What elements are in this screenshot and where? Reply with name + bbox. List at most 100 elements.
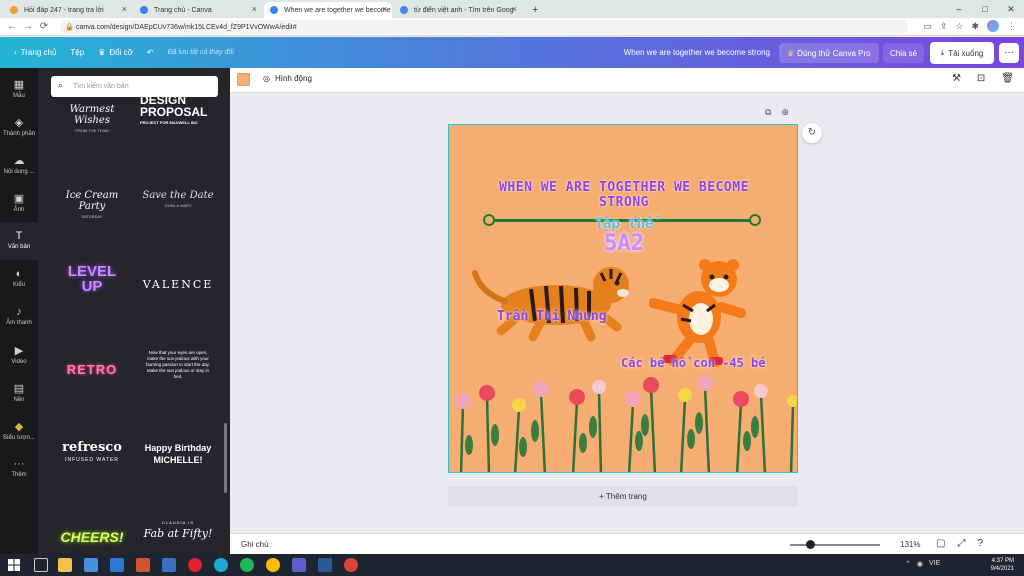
- design-title-text[interactable]: When we are together we become strong: [489, 180, 759, 210]
- bookmark-star-icon[interactable]: ☆: [955, 21, 963, 32]
- cast-icon[interactable]: ▭: [923, 21, 932, 32]
- undo-button[interactable]: ↶: [147, 48, 154, 57]
- share-button[interactable]: Chia sẻ: [883, 43, 925, 63]
- close-tab-icon[interactable]: ×: [122, 4, 127, 14]
- class-name-text[interactable]: 5A2: [569, 231, 679, 256]
- text-template-level-up[interactable]: LEVEL UP: [54, 264, 130, 294]
- rail-audio[interactable]: ♪ Âm thanh: [0, 298, 38, 336]
- photos-icon[interactable]: [162, 558, 176, 572]
- rail-styles[interactable]: ◐ Kiểu: [0, 260, 38, 298]
- help-icon[interactable]: ?: [977, 538, 983, 549]
- share-page-icon[interactable]: ⇪: [940, 21, 948, 32]
- palette-icon: ◐: [15, 268, 23, 280]
- teacher-name-text[interactable]: Trần Thị Nhung: [497, 309, 607, 324]
- text-template-retro[interactable]: RETRO: [54, 362, 130, 377]
- browser-tab-hoidap[interactable]: Hỏi đáp 247 - trang tra lời ×: [4, 2, 132, 18]
- forward-arrow-icon[interactable]: →: [20, 21, 36, 32]
- new-tab-button[interactable]: +: [524, 2, 546, 18]
- rail-photos[interactable]: ▣ Ảnh: [0, 184, 38, 222]
- url-input[interactable]: 🔒 canva.com/design/DAEpCUv736w/mk15LCEv4…: [60, 20, 908, 34]
- rail-text[interactable]: T Văn bản: [0, 222, 38, 260]
- browser-tab-google[interactable]: từ điển việt anh - Tìm trên Goog ×: [394, 2, 522, 18]
- more-options-button[interactable]: ···: [999, 43, 1019, 63]
- paint-roller-icon[interactable]: ⚒: [952, 73, 961, 84]
- browser-menu-icon[interactable]: ⋮: [1007, 21, 1016, 32]
- powerpoint-icon[interactable]: [136, 558, 150, 572]
- spotify-icon[interactable]: [240, 558, 254, 572]
- edge-icon[interactable]: [214, 558, 228, 572]
- file-explorer-icon[interactable]: [58, 558, 72, 572]
- text-template-valence[interactable]: VALENCE: [140, 278, 216, 291]
- chrome-icon[interactable]: [266, 558, 280, 572]
- document-title[interactable]: When we are together we become strong: [560, 48, 770, 57]
- text-template-design-proposal[interactable]: DESIGN PROPOSAL PROJECT FOR MAXWELL INC: [140, 94, 216, 125]
- rail-templates[interactable]: ▦ Mẫu: [0, 70, 38, 108]
- text-template-fab-at-fifty[interactable]: CLAUDIA IS Fab at Fifty!: [140, 520, 216, 540]
- line-endpoint-right[interactable]: [749, 214, 761, 226]
- rail-elements[interactable]: ◈ Thành phần: [0, 108, 38, 146]
- rail-logos[interactable]: ◆ Biểu tượn...: [0, 412, 38, 450]
- rail-background[interactable]: ▤ Nền: [0, 374, 38, 412]
- design-canvas[interactable]: When we are together we become strong Tậ…: [448, 124, 798, 473]
- text-template-cheers[interactable]: CHEERS!: [54, 529, 130, 545]
- language-indicator[interactable]: VIE: [929, 560, 940, 568]
- trash-icon[interactable]: 🗑: [1001, 73, 1014, 84]
- text-template-paragraph[interactable]: Now that your eyes are open, make the su…: [140, 350, 216, 380]
- text-template-ice-cream-party[interactable]: Ice Cream Party SATURDAY: [54, 190, 130, 219]
- word-icon[interactable]: [318, 558, 332, 572]
- download-button[interactable]: ⤓ Tải xuống: [930, 42, 994, 64]
- network-icon[interactable]: ◉: [917, 560, 923, 568]
- extensions-icon[interactable]: ✱: [971, 21, 979, 32]
- lock-icon[interactable]: ⊡: [977, 73, 985, 84]
- profile-avatar[interactable]: [987, 20, 999, 32]
- close-window-button[interactable]: ✕: [998, 0, 1024, 18]
- text-template-refresco[interactable]: refresco INFUSED WATER: [54, 440, 130, 463]
- mail-icon[interactable]: [110, 558, 124, 572]
- browser-tab-canva-home[interactable]: Trang chủ - Canva ×: [134, 2, 262, 18]
- refresh-icon[interactable]: ↻: [802, 123, 822, 143]
- windows-start-icon[interactable]: [8, 559, 20, 571]
- panel-scrollbar[interactable]: [224, 423, 227, 493]
- zoom-slider-handle[interactable]: [805, 540, 815, 549]
- browser-tab-design[interactable]: When we are together we become ×: [264, 2, 392, 18]
- rail-more[interactable]: ··· Thêm: [0, 450, 38, 488]
- minimize-button[interactable]: –: [946, 0, 972, 18]
- zoom-level[interactable]: 131%: [900, 540, 920, 549]
- task-view-icon[interactable]: [34, 558, 48, 572]
- reload-icon[interactable]: ⟳: [36, 21, 52, 32]
- rail-video[interactable]: ▶ Video: [0, 336, 38, 374]
- close-tab-icon[interactable]: ×: [512, 4, 517, 14]
- fullscreen-icon[interactable]: ⤢: [957, 538, 965, 549]
- chrome-active-icon[interactable]: [344, 558, 358, 572]
- close-tab-icon[interactable]: ×: [252, 4, 257, 14]
- duplicate-page-icon[interactable]: ⧉: [765, 107, 771, 118]
- notes-button[interactable]: Ghi chú: [241, 540, 269, 549]
- class-label-text[interactable]: Tập thể: [569, 216, 679, 232]
- running-tiger-illustration[interactable]: [471, 253, 641, 343]
- store-icon[interactable]: [84, 558, 98, 572]
- file-menu-button[interactable]: Tệp: [70, 48, 84, 57]
- try-pro-button[interactable]: ♛ Dùng thử Canva Pro: [779, 43, 879, 63]
- zoom-slider[interactable]: [790, 544, 880, 546]
- opera-icon[interactable]: [188, 558, 202, 572]
- add-page-button[interactable]: + Thêm trang: [448, 486, 798, 507]
- text-template-warmest-wishes[interactable]: Warmest Wishes FROM THE TEAM: [54, 104, 130, 133]
- cartoon-tiger-illustration[interactable]: [649, 257, 749, 367]
- background-color-swatch[interactable]: [237, 73, 250, 86]
- add-page-icon[interactable]: ⊕: [781, 107, 789, 118]
- animate-button[interactable]: ◎ Hình động: [263, 74, 312, 83]
- text-template-happy-birthday[interactable]: Happy Birthday MICHELLE!: [140, 442, 216, 466]
- line-endpoint-left[interactable]: [483, 214, 495, 226]
- clock[interactable]: 4:37 PM 9/4/2021: [991, 557, 1014, 573]
- teams-icon[interactable]: [292, 558, 306, 572]
- text-template-save-the-date[interactable]: Save the Date JOHN & MARY: [140, 190, 216, 208]
- maximize-button[interactable]: □: [972, 0, 998, 18]
- tray-up-icon[interactable]: ⌃: [905, 560, 911, 568]
- resize-button[interactable]: ♛ Đổi cỡ: [98, 48, 133, 57]
- rail-uploads[interactable]: ☁ Nội dung ...: [0, 146, 38, 184]
- back-arrow-icon[interactable]: ←: [4, 21, 20, 32]
- close-tab-icon[interactable]: ×: [382, 4, 387, 14]
- kids-count-text[interactable]: Các bé hổ con -45 bé: [621, 356, 766, 370]
- page-count-icon[interactable]: ▢: [936, 538, 945, 549]
- home-button[interactable]: ‹ Trang chủ: [14, 48, 56, 57]
